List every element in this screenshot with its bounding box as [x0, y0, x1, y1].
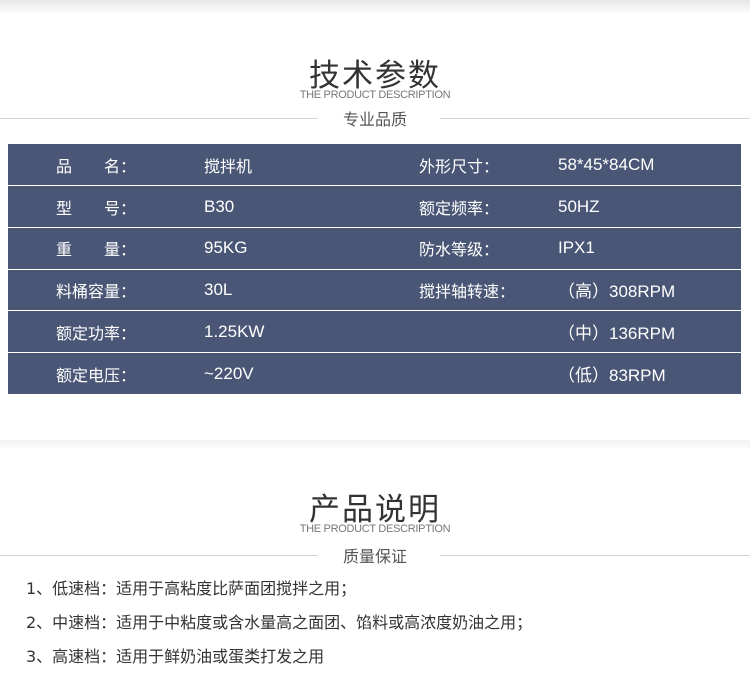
spec-value: 58*45*84CM: [558, 154, 655, 174]
spec-subtitle-en: THE PRODUCT DESCRIPTION: [299, 89, 451, 101]
description-section: 产品说明 THE PRODUCT DESCRIPTION 质量保证 1、低速档：…: [0, 448, 750, 679]
spec-value: （低）83RPM: [558, 351, 741, 395]
spec-label: 搅拌轴转速：: [419, 268, 558, 311]
description-list: 1、低速档：适用于高粘度比萨面团搅拌之用； 2、中速档：适用于中粘度或含水量高之…: [26, 578, 532, 680]
spec-label: [419, 351, 558, 395]
spec-label: 型 号：: [8, 185, 204, 228]
section-separator: [0, 440, 750, 448]
spec-label: 料桶容量：: [8, 268, 204, 311]
spec-value: ~220V: [204, 351, 419, 395]
table-row: 额定电压： ~220V （低）83RPM: [8, 351, 741, 395]
spec-value: （中）136RPM: [558, 310, 741, 353]
divider-right: [440, 118, 750, 119]
spec-label: 品 名：: [56, 156, 137, 176]
spec-value: 50HZ: [558, 185, 741, 228]
table-row: 料桶容量： 30L 搅拌轴转速： （高）308RPM: [8, 268, 741, 311]
spec-value: 1.25KW: [204, 310, 419, 353]
table-row: 重 量： 95KG 防水等级： IPX1: [8, 226, 741, 270]
spec-label: 重 量：: [8, 226, 204, 270]
table-row: 品 名： 搅拌机 外形尺寸： 58*45*84CM: [8, 144, 741, 186]
spec-value: （高）308RPM: [558, 268, 741, 311]
spec-label: [419, 310, 558, 353]
spec-label: 防水等级：: [419, 226, 558, 270]
spec-value: 搅拌机: [204, 156, 253, 176]
spec-value: 30L: [204, 268, 419, 311]
spec-label: 额定电压：: [8, 351, 204, 395]
divider-right: [440, 555, 750, 556]
table-row: 型 号： B30 额定频率： 50HZ: [8, 185, 741, 228]
spec-section: 技术参数 THE PRODUCT DESCRIPTION 专业品质 品 名： 搅…: [0, 0, 750, 440]
spec-label: 额定功率：: [8, 310, 204, 353]
table-row: 额定功率： 1.25KW （中）136RPM: [8, 310, 741, 353]
spec-value: B30: [204, 185, 419, 228]
desc-subtitle-en: THE PRODUCT DESCRIPTION: [299, 523, 451, 535]
list-item: 2、中速档：适用于中粘度或含水量高之面团、馅料或高浓度奶油之用；: [26, 613, 533, 632]
spec-value: IPX1: [558, 226, 741, 270]
list-item: 3、高速档：适用于鲜奶油或蛋类打发之用: [26, 647, 325, 666]
spec-label: 外形尺寸：: [419, 156, 500, 176]
spec-value: 95KG: [204, 226, 419, 270]
list-item: 1、低速档：适用于高粘度比萨面团搅拌之用；: [26, 579, 357, 598]
spec-table: 品 名： 搅拌机 外形尺寸： 58*45*84CM 型 号： B30 额定频率：…: [8, 144, 741, 395]
spec-label: 额定频率：: [419, 185, 558, 228]
